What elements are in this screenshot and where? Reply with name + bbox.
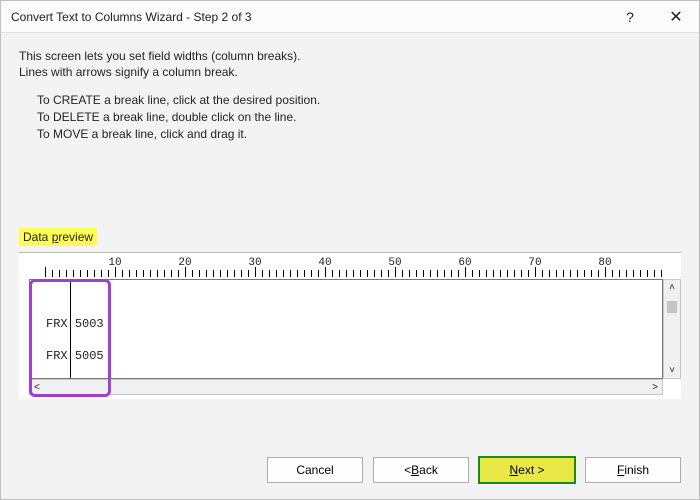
intro-text: This screen lets you set field widths (c…: [19, 49, 681, 79]
ruler-mark: 20: [178, 257, 191, 269]
close-button[interactable]: ✕: [653, 1, 699, 33]
dialog-content: This screen lets you set field widths (c…: [1, 33, 699, 399]
window-title: Convert Text to Columns Wizard - Step 2 …: [11, 10, 252, 24]
instruction-delete: To DELETE a break line, double click on …: [37, 110, 681, 124]
scroll-right-icon[interactable]: ˃: [652, 382, 658, 393]
help-button[interactable]: ?: [607, 1, 653, 33]
ruler-mark: 50: [388, 257, 401, 269]
ruler-mark: 30: [248, 257, 261, 269]
instruction-move: To MOVE a break line, click and drag it.: [37, 127, 681, 141]
wizard-dialog: Convert Text to Columns Wizard - Step 2 …: [0, 0, 700, 500]
titlebar-controls: ? ✕: [607, 1, 699, 33]
scroll-thumb[interactable]: [667, 301, 677, 313]
data-preview-label: Data preview: [19, 228, 97, 246]
ruler-mark: 80: [598, 257, 611, 269]
column-break-line[interactable]: [70, 279, 71, 378]
preview-row: FRX 5003: [46, 316, 662, 332]
horizontal-scrollbar[interactable]: ˂ ˃: [29, 379, 663, 395]
preview-row: FRX 5005: [46, 348, 662, 364]
scroll-up-icon[interactable]: ˄: [669, 282, 675, 293]
titlebar: Convert Text to Columns Wizard - Step 2 …: [1, 1, 699, 33]
intro-line-1: This screen lets you set field widths (c…: [19, 49, 681, 63]
scroll-left-icon[interactable]: ˂: [34, 382, 40, 393]
preview-area-container: FRX 5003 FRX 5005 FRX 5007 FRX 5009 FRX …: [19, 279, 681, 399]
ruler-mark: 60: [458, 257, 471, 269]
ruler-mark: 40: [318, 257, 331, 269]
cancel-button[interactable]: Cancel: [267, 457, 363, 483]
back-button[interactable]: < Back: [373, 457, 469, 483]
ruler-mark: 10: [108, 257, 121, 269]
finish-button[interactable]: Finish: [585, 457, 681, 483]
ruler-mark: 70: [528, 257, 541, 269]
ruler: 10 20 30 40 50 60 70 80: [45, 259, 681, 279]
data-preview-panel: 10 20 30 40 50 60 70 80 FRX 5003 FRX 500…: [19, 252, 681, 399]
intro-line-2: Lines with arrows signify a column break…: [19, 65, 681, 79]
instruction-create: To CREATE a break line, click at the des…: [37, 93, 681, 107]
scroll-down-icon[interactable]: ˅: [669, 365, 675, 376]
wizard-buttons: Cancel < Back Next > Finish: [267, 457, 681, 483]
data-area[interactable]: FRX 5003 FRX 5005 FRX 5007 FRX 5009 FRX …: [29, 279, 663, 379]
next-button[interactable]: Next >: [479, 457, 575, 483]
ruler-major-ticks: [45, 267, 667, 277]
vertical-scrollbar[interactable]: ˄ ˅: [663, 279, 681, 379]
instruction-block: To CREATE a break line, click at the des…: [37, 93, 681, 141]
preview-box: FRX 5003 FRX 5005 FRX 5007 FRX 5009 FRX …: [29, 279, 681, 379]
